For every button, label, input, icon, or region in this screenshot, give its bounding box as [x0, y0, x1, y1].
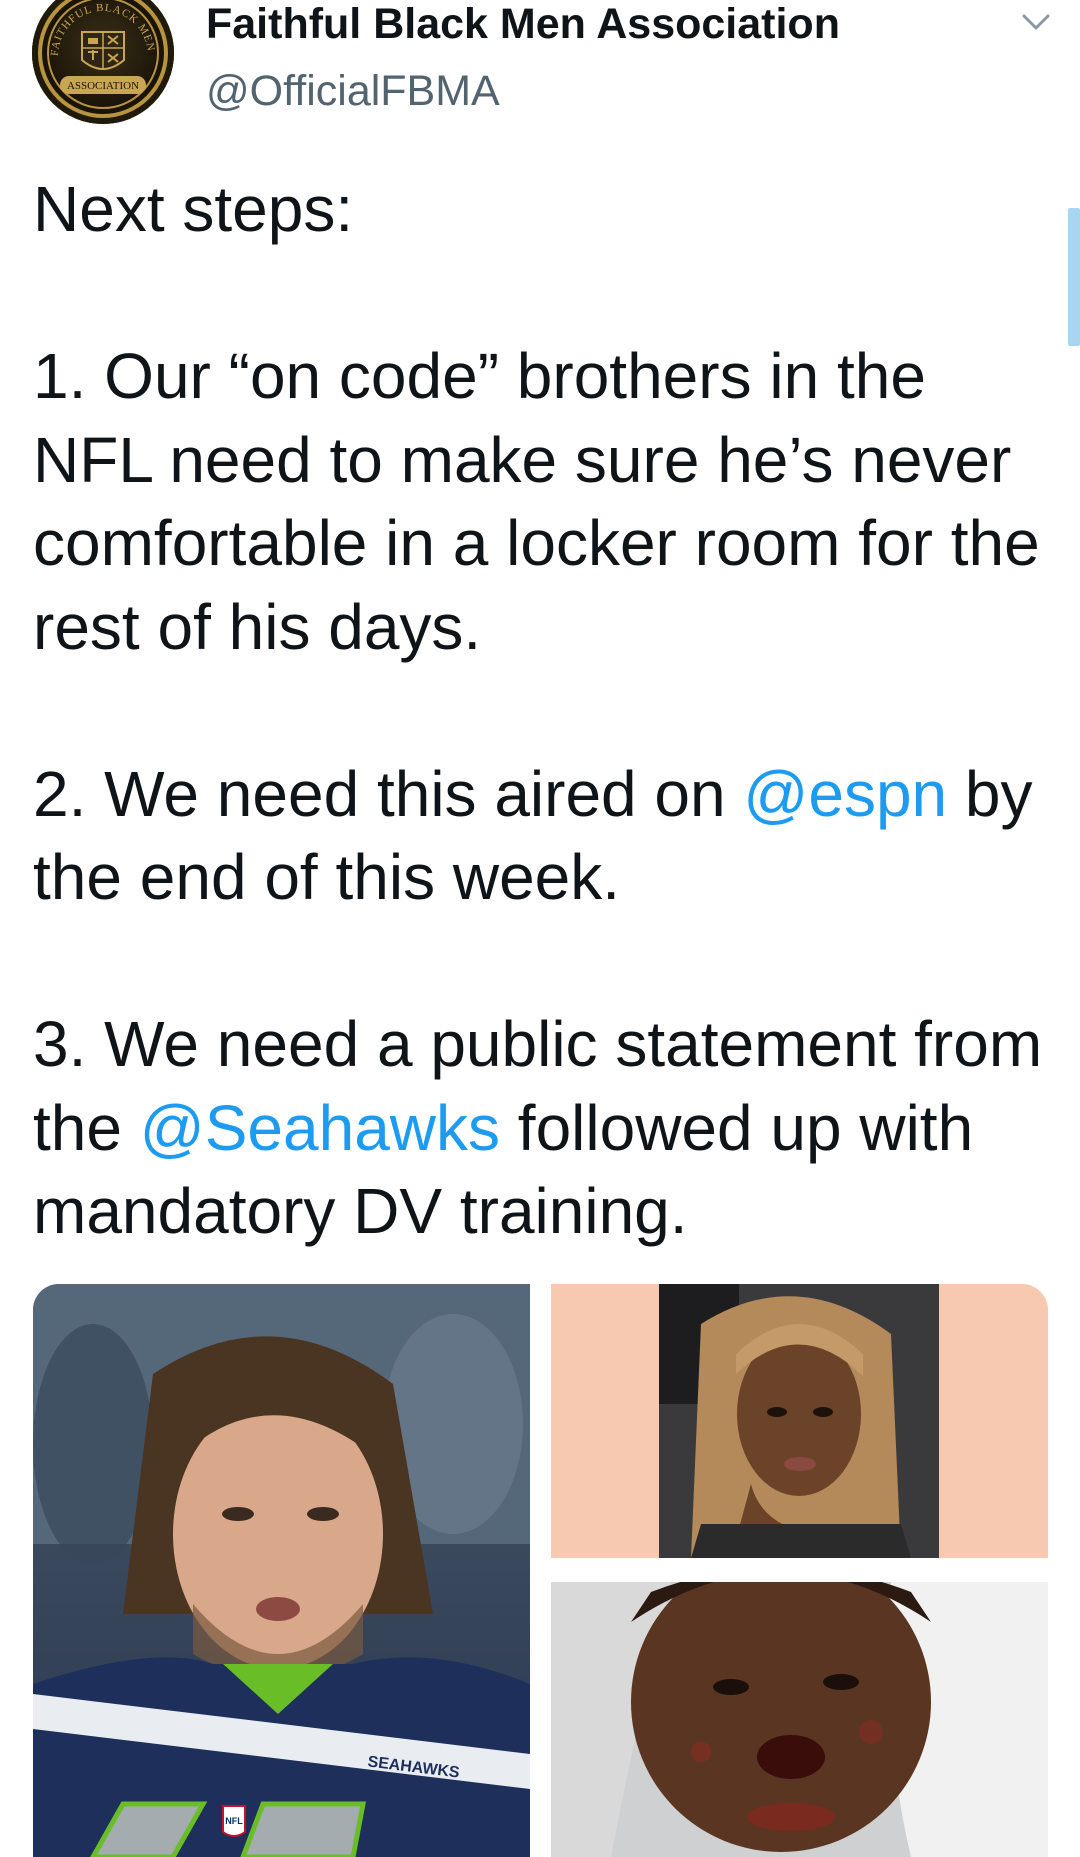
avatar-ribbon-text: ASSOCIATION [67, 80, 139, 92]
mention-seahawks-link[interactable]: @Seahawks [140, 1092, 500, 1164]
tweet-media-grid: SEAHAWKS NFL [33, 1284, 1048, 1857]
injury-photo-image [551, 1582, 1048, 1857]
account-avatar[interactable]: FAITHFUL BLACK MEN ASSOCIATION [32, 0, 174, 124]
tweet-step-3: 3. We need a public statement from the @… [33, 1003, 1053, 1254]
tweet-text: Next steps: 1. Our “on code” brothers in… [33, 168, 1053, 1254]
scrollbar-thumb[interactable] [1068, 208, 1080, 346]
tweet-step-2: 2. We need this aired on @espn by the en… [33, 753, 1053, 920]
woman-portrait-image [659, 1284, 939, 1558]
association-logo-icon: FAITHFUL BLACK MEN ASSOCIATION [47, 0, 159, 109]
player-portrait-image: SEAHAWKS NFL [33, 1284, 530, 1857]
media-photo-woman[interactable] [551, 1284, 1048, 1558]
chevron-down-icon[interactable] [1018, 8, 1054, 38]
display-name[interactable]: Faithful Black Men Association [206, 0, 840, 48]
media-photo-player[interactable]: SEAHAWKS NFL [33, 1284, 530, 1857]
step-2-text-before: 2. We need this aired on [33, 757, 744, 830]
tweet-header: FAITHFUL BLACK MEN ASSOCIATION Faithful … [0, 0, 1080, 140]
tweet-step-1: 1. Our “on code” brothers in the NFL nee… [33, 340, 1040, 663]
mention-espn-link[interactable]: @espn [743, 758, 947, 830]
tweet-intro: Next steps: [33, 173, 354, 245]
media-photo-injury[interactable] [551, 1582, 1048, 1857]
nfl-badge-text: NFL [225, 1816, 243, 1826]
account-handle[interactable]: @OfficialFBMA [206, 66, 500, 116]
